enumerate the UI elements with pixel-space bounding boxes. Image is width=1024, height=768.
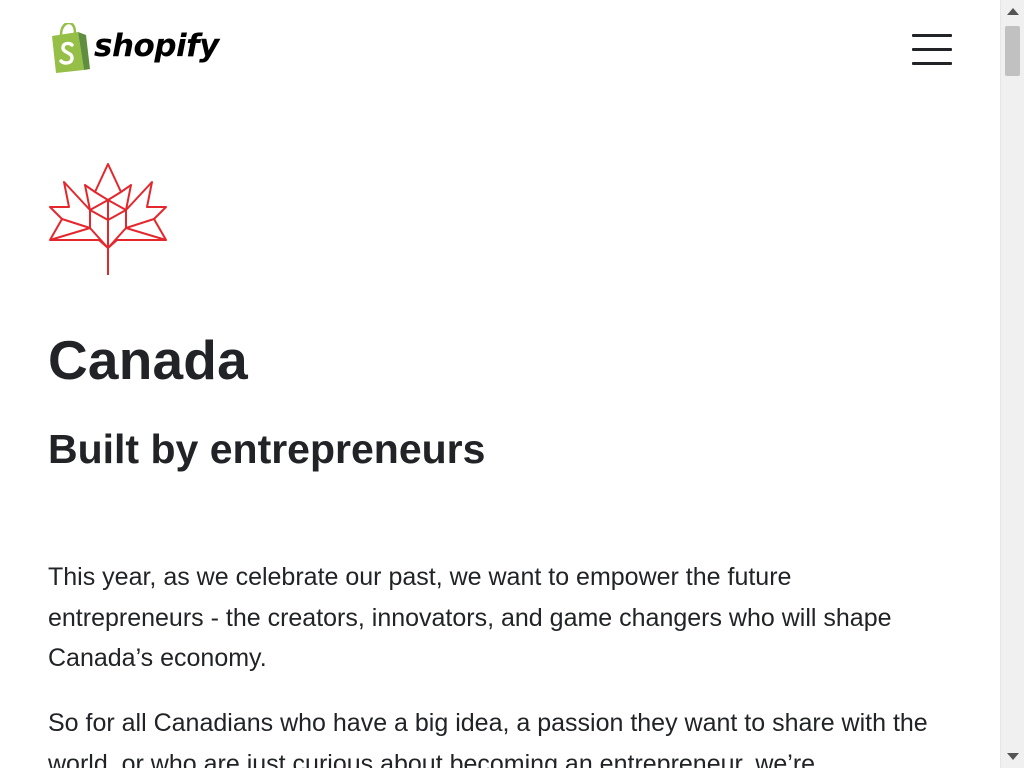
page-title: Canada [48,329,248,391]
body-paragraph: So for all Canadians who have a big idea… [48,709,928,768]
hamburger-menu-bar [912,48,952,51]
menu-button[interactable] [912,34,952,70]
vertical-scrollbar[interactable] [1000,0,1024,768]
intro-paragraph: This year, as we celebrate our past, we … [48,563,892,672]
page-subtitle: Built by entrepreneurs [48,426,486,472]
hamburger-menu-icon [912,34,952,37]
scroll-up-arrow-icon[interactable] [1007,8,1019,15]
logo-text: shopify [94,28,219,64]
site-header: shopify [48,22,952,74]
scroll-down-arrow-icon[interactable] [1007,753,1019,760]
hamburger-menu-bar [912,62,952,65]
scrollbar-thumb[interactable] [1005,26,1020,76]
page: shopify Canada Built by entrepreneurs Th… [0,0,1000,768]
shopify-logo[interactable]: shopify [48,22,219,74]
maple-leaf-icon [49,163,167,275]
shopping-bag-icon [52,23,90,73]
